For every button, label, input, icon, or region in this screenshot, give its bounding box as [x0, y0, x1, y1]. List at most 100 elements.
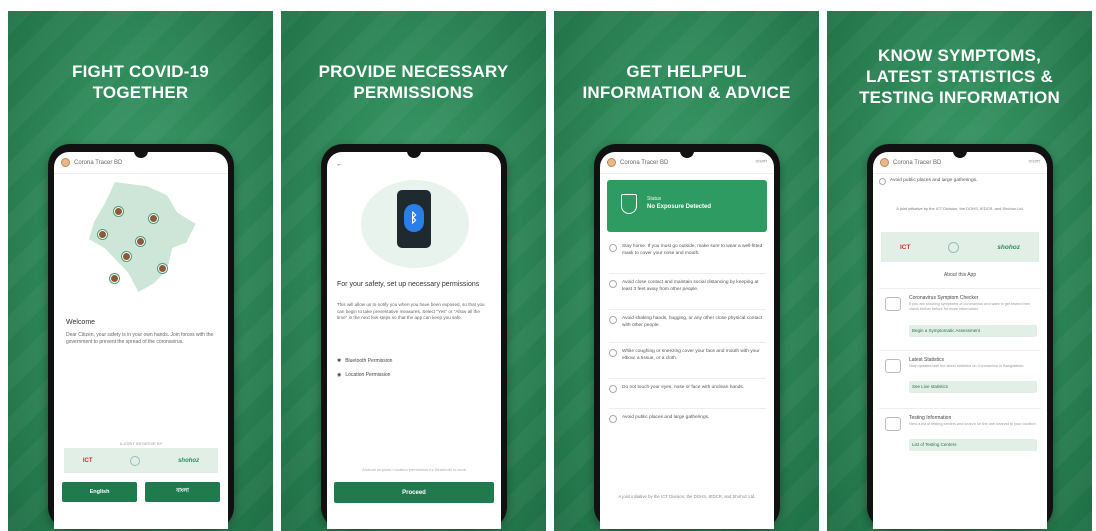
- advice-item: Avoid public places and large gatherings…: [609, 415, 766, 423]
- section-title: Latest Statistics: [909, 357, 945, 363]
- advice-item: Avoid shaking hands, hugging, or any oth…: [609, 316, 766, 329]
- person-pin-icon: [114, 207, 123, 216]
- section-desc: If you are showing symptoms of coronavir…: [909, 302, 1030, 311]
- phone-frame: ← ᛒ For your safety, set up necessary pe…: [321, 144, 507, 529]
- section-desc: View a list of testing centers and searc…: [909, 422, 1037, 426]
- bluetooth-small-icon: ✱: [337, 358, 342, 364]
- permissions-body: This will allow us to notify you when yo…: [337, 302, 485, 320]
- dghs-logo-icon: [948, 241, 960, 253]
- person-pin-icon: [110, 274, 119, 283]
- testing-section: Testing Information View a list of testi…: [879, 408, 1041, 466]
- phone-frame: Corona Tracer BD Welcome Dear Citizen, y…: [48, 144, 234, 529]
- back-arrow-icon[interactable]: ←: [336, 161, 343, 168]
- advice-text: Avoid shaking hands, hugging, or any oth…: [622, 316, 763, 328]
- bangla-button[interactable]: বাংলা: [145, 482, 220, 502]
- panel-headline: FIGHT COVID-19 TOGETHER: [72, 62, 209, 102]
- advice-item: Stay home. If you must go outside, make …: [609, 244, 766, 257]
- panel-headline: KNOW SYMPTOMS, LATEST STATISTICS & TESTI…: [859, 46, 1060, 107]
- advice-item: Avoid public places and large gatherings…: [879, 178, 1041, 185]
- advice-text: Do not touch your eyes, nose or face wit…: [622, 385, 745, 390]
- advice-item: While coughing or sneezing cover your fa…: [609, 349, 766, 362]
- test-tubes-icon: [885, 417, 901, 431]
- status-label: Status: [647, 196, 662, 202]
- welcome-body: Dear Citizen, your safety is in your own…: [66, 332, 214, 345]
- advice-icon: [609, 280, 617, 288]
- panel-headline: PROVIDE NECESSARY PERMISSIONS: [318, 62, 509, 102]
- phone-illustration: ᛒ: [397, 190, 431, 248]
- advice-text: While coughing or sneezing cover your fa…: [622, 349, 760, 361]
- joint-initiative-credit: A joint initiative by the ICT Division, …: [618, 494, 756, 499]
- advice-icon: [609, 244, 617, 252]
- symptom-checker-section: Coronavirus Symptom Checker If you are s…: [879, 288, 1041, 348]
- exposure-status-card: Status No Exposure Detected: [607, 180, 767, 232]
- advice-icon: [879, 178, 886, 185]
- shield-icon: [621, 194, 637, 214]
- ict-logo: ICT: [82, 457, 93, 464]
- dghs-logo-icon: [130, 455, 141, 466]
- app-logo-icon: [61, 158, 70, 167]
- panel-symptoms: KNOW SYMPTOMS, LATEST STATISTICS & TESTI…: [827, 11, 1092, 531]
- english-button[interactable]: English: [62, 482, 137, 502]
- language-toggle[interactable]: বাংলা: [1028, 159, 1040, 167]
- testing-centers-button[interactable]: List of Testing Centers: [909, 439, 1037, 451]
- sponsor-logos: ICT shohoz: [881, 232, 1039, 262]
- location-pin-icon: ◉: [337, 372, 342, 378]
- panel-fight-covid: FIGHT COVID-19 TOGETHER Corona Tracer BD…: [8, 11, 273, 531]
- bluetooth-permission-item: ✱ Bluetooth Permission: [337, 358, 392, 364]
- section-desc: Stay updated with the latest statistics …: [909, 364, 1025, 368]
- home-screen: Corona Tracer BD বাংলা Status No Exposur…: [600, 152, 774, 529]
- person-pin-icon: [122, 252, 131, 261]
- app-title: Corona Tracer BD: [620, 159, 669, 166]
- joint-initiative-credit: A joint initiative by the ICT Division, …: [896, 206, 1024, 211]
- person-pin-icon: [149, 214, 158, 223]
- advice-icon: [609, 349, 617, 357]
- phone-frame: Corona Tracer BD বাংলা Status No Exposur…: [594, 144, 780, 529]
- language-toggle[interactable]: বাংলা: [755, 159, 767, 167]
- begin-assessment-button[interactable]: Begin a Symptomatic Assessment: [909, 325, 1037, 337]
- panel-information: GET HELPFUL INFORMATION & ADVICE Corona …: [554, 11, 819, 531]
- bluetooth-permission-label: Bluetooth Permission: [345, 358, 393, 364]
- advice-text: Avoid public places and large gatherings…: [890, 178, 978, 183]
- advice-text: Stay home. If you must go outside, make …: [622, 244, 763, 256]
- about-app-link[interactable]: About this App: [873, 272, 1047, 278]
- permissions-title: For your safety, set up necessary permis…: [337, 281, 480, 288]
- app-title: Corona Tracer BD: [74, 159, 123, 166]
- advice-text: Avoid close contact and maintain social …: [622, 280, 759, 292]
- panel-headline: GET HELPFUL INFORMATION & ADVICE: [582, 62, 791, 102]
- app-title: Corona Tracer BD: [893, 159, 942, 166]
- person-pin-icon: [136, 237, 145, 246]
- permissions-screen: ← ᛒ For your safety, set up necessary pe…: [327, 152, 501, 529]
- live-statistics-button[interactable]: See Live statistics: [909, 381, 1037, 393]
- status-value: No Exposure Detected: [647, 204, 712, 210]
- stethoscope-icon: [885, 297, 901, 311]
- advice-text: Avoid public places and large gatherings…: [622, 415, 710, 420]
- section-title: Coronavirus Symptom Checker: [909, 295, 979, 301]
- app-logo-icon: [880, 158, 889, 167]
- sponsor-label: A JOINT INITIATIVE BY: [119, 441, 163, 446]
- person-pin-icon: [158, 264, 167, 273]
- advice-icon: [609, 415, 617, 423]
- location-permission-label: Location Permission: [345, 372, 391, 378]
- shohoz-logo: shohoz: [178, 457, 200, 464]
- advice-item: Avoid close contact and maintain social …: [609, 280, 766, 293]
- shohoz-logo: shohoz: [997, 243, 1021, 251]
- advice-item: Do not touch your eyes, nose or face wit…: [609, 385, 766, 393]
- advice-icon: [609, 385, 617, 393]
- person-pin-icon: [98, 230, 107, 239]
- welcome-title: Welcome: [66, 319, 96, 326]
- statistics-section: Latest Statistics Stay updated with the …: [879, 350, 1041, 406]
- info-screen: Corona Tracer BD বাংলা Avoid public plac…: [873, 152, 1047, 529]
- bluetooth-icon: ᛒ: [404, 204, 424, 232]
- section-title: Testing Information: [909, 415, 952, 421]
- ict-logo: ICT: [899, 243, 911, 251]
- location-permission-item: ◉ Location Permission: [337, 372, 390, 378]
- phone-frame: Corona Tracer BD বাংলা Avoid public plac…: [867, 144, 1053, 529]
- proceed-button[interactable]: Proceed: [334, 482, 494, 503]
- sponsor-logos: ICT shohoz: [64, 448, 218, 473]
- app-logo-icon: [607, 158, 616, 167]
- welcome-screen: Corona Tracer BD Welcome Dear Citizen, y…: [54, 152, 228, 529]
- panel-permissions: PROVIDE NECESSARY PERMISSIONS ← ᛒ For yo…: [281, 11, 546, 531]
- permission-note: Android requires Location permission for…: [362, 467, 466, 472]
- language-buttons: English বাংলা: [62, 482, 220, 502]
- statistics-icon: [885, 359, 901, 373]
